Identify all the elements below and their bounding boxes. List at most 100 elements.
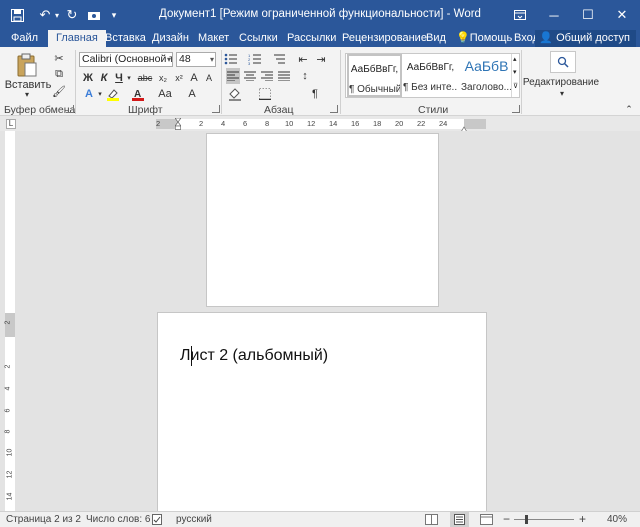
- clipboard-launcher-icon[interactable]: [66, 105, 74, 113]
- horizontal-ruler[interactable]: 2 2 4 6 8 10 12 14 16 18 20 22 24: [156, 117, 486, 133]
- increase-indent-icon[interactable]: ⇥: [314, 52, 328, 66]
- scroll-down-icon[interactable]: ▾: [513, 68, 517, 76]
- minimize-icon[interactable]: ─: [537, 0, 571, 30]
- paste-dropdown-icon[interactable]: ▾: [22, 90, 32, 99]
- tab-insert[interactable]: Вставка: [105, 30, 146, 47]
- align-left-icon[interactable]: [226, 68, 240, 84]
- line-spacing-icon[interactable]: ↕: [298, 68, 312, 84]
- copy-icon[interactable]: ⧉: [52, 67, 66, 81]
- text-effects-icon[interactable]: A: [82, 87, 96, 101]
- font-launcher-icon[interactable]: [212, 105, 220, 113]
- print-layout-icon[interactable]: [450, 512, 469, 527]
- zoom-slider[interactable]: [514, 519, 574, 520]
- scroll-up-icon[interactable]: ▴: [513, 55, 517, 63]
- zoom-slider-thumb[interactable]: [525, 515, 528, 524]
- clear-formatting-icon[interactable]: A: [185, 87, 199, 101]
- format-painter-icon[interactable]: 🖌: [52, 84, 66, 98]
- editing-button[interactable]: [550, 51, 576, 73]
- text-effects-dropdown-icon[interactable]: ▾: [96, 89, 104, 99]
- zoom-out-icon[interactable]: −: [503, 512, 510, 526]
- share-button[interactable]: 👤 Общий доступ: [535, 30, 636, 47]
- tab-view[interactable]: Вид: [426, 30, 446, 47]
- multilevel-list-icon[interactable]: [272, 52, 286, 66]
- justify-icon[interactable]: [277, 68, 291, 84]
- read-mode-icon[interactable]: [425, 514, 438, 527]
- tab-mailings[interactable]: Рассылки: [287, 30, 336, 47]
- ruler-number: 10: [6, 448, 14, 457]
- tab-file[interactable]: Файл: [11, 30, 38, 47]
- ruler-number: 4: [221, 119, 226, 128]
- redo-icon[interactable]: ↻: [64, 6, 80, 24]
- paragraph-launcher-icon[interactable]: [330, 105, 338, 113]
- tab-selector-icon[interactable]: L: [6, 119, 16, 129]
- show-formatting-marks-icon[interactable]: ¶: [309, 87, 321, 101]
- proofing-icon[interactable]: [152, 514, 163, 527]
- style-sample: АаБбВвГг,: [350, 64, 399, 75]
- page-count[interactable]: Страница 2 из 2: [6, 514, 81, 525]
- underline-button[interactable]: Ч: [113, 71, 125, 85]
- shrink-font-icon[interactable]: A: [202, 71, 216, 85]
- maximize-icon[interactable]: ☐: [571, 0, 605, 30]
- tab-references[interactable]: Ссылки: [239, 30, 278, 47]
- close-icon[interactable]: ✕: [605, 0, 639, 30]
- page-2-heading[interactable]: Лист 2 (альбомный): [180, 347, 328, 365]
- bullets-icon[interactable]: [224, 52, 238, 66]
- document-canvas[interactable]: 2 2 4 6 8 10 12 14 Лист 2 (альбомный): [0, 131, 640, 511]
- text-cursor: [191, 346, 192, 366]
- decrease-indent-icon[interactable]: ⇤: [296, 52, 310, 66]
- group-separator: [340, 50, 341, 114]
- bold-button[interactable]: Ж: [82, 71, 94, 85]
- font-color-icon[interactable]: A: [131, 87, 145, 101]
- style-normal[interactable]: АаБбВвГг, ¶ Обычный: [347, 54, 402, 97]
- font-size-combo[interactable]: 48 ▾: [176, 52, 216, 67]
- tab-design[interactable]: Дизайн: [152, 30, 189, 47]
- align-center-icon[interactable]: [243, 68, 257, 84]
- borders-icon[interactable]: [258, 87, 272, 101]
- right-indent-marker-icon[interactable]: [460, 123, 468, 133]
- language-indicator[interactable]: русский: [176, 514, 212, 525]
- styles-launcher-icon[interactable]: [512, 105, 520, 113]
- grow-font-icon[interactable]: A: [187, 71, 201, 85]
- ruler-number: 6: [4, 408, 12, 413]
- align-right-icon[interactable]: [260, 68, 274, 84]
- underline-dropdown-icon[interactable]: ▾: [125, 73, 133, 83]
- indent-marker-icon[interactable]: [174, 117, 182, 130]
- change-case-icon[interactable]: Aa: [158, 87, 172, 101]
- ruler-number: 18: [373, 119, 382, 128]
- strikethrough-icon[interactable]: abc: [137, 71, 153, 85]
- style-no-spacing[interactable]: АаБбВвГг, ¶ Без инте...: [403, 54, 458, 97]
- tab-home[interactable]: Главная: [48, 30, 106, 47]
- save-icon[interactable]: [8, 6, 26, 24]
- vertical-ruler[interactable]: 2 2 4 6 8 10 12 14: [4, 131, 15, 511]
- zoom-level[interactable]: 40%: [607, 514, 627, 525]
- cut-icon[interactable]: ✂: [52, 51, 66, 65]
- style-heading-1[interactable]: АаБбВ Заголово...: [459, 54, 514, 97]
- shading-icon[interactable]: [228, 87, 242, 101]
- tab-review[interactable]: Рецензирование: [342, 30, 427, 47]
- web-layout-icon[interactable]: [480, 514, 493, 527]
- customize-qat-icon[interactable]: ▾: [108, 6, 120, 24]
- superscript-icon[interactable]: x²: [172, 71, 186, 85]
- touch-mode-icon[interactable]: [85, 6, 103, 24]
- style-name: ¶ Без инте...: [403, 82, 458, 93]
- tell-me-button[interactable]: 💡Помощь: [456, 30, 512, 47]
- word-count[interactable]: Число слов: 6: [86, 514, 150, 525]
- ruler-number: 12: [307, 119, 316, 128]
- undo-dropdown-icon[interactable]: ▾: [52, 6, 62, 24]
- subscript-icon[interactable]: x₂: [156, 71, 170, 85]
- more-styles-icon[interactable]: ⊽: [513, 82, 518, 90]
- zoom-in-icon[interactable]: +: [579, 512, 586, 526]
- font-name-combo[interactable]: Calibri (Основной тек▾: [79, 52, 173, 67]
- page-2[interactable]: Лист 2 (альбомный): [157, 312, 487, 511]
- collapse-ribbon-icon[interactable]: ⌃: [624, 104, 634, 114]
- italic-button[interactable]: К: [98, 71, 110, 85]
- page-1[interactable]: [206, 133, 439, 307]
- highlight-icon[interactable]: [106, 87, 120, 101]
- ruler-number: 20: [395, 119, 404, 128]
- editing-dropdown-icon[interactable]: ▾: [557, 89, 567, 98]
- numbering-icon[interactable]: 123: [248, 52, 262, 66]
- paste-icon[interactable]: [14, 50, 40, 80]
- tab-layout[interactable]: Макет: [198, 30, 229, 47]
- ruler-number: 12: [6, 470, 14, 479]
- ribbon-display-options-icon[interactable]: [503, 0, 537, 30]
